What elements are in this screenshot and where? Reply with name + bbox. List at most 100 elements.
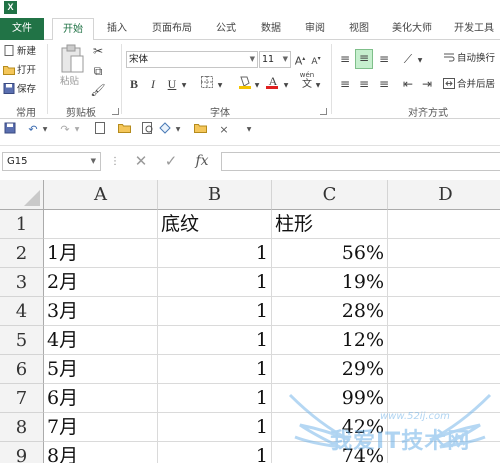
share-icon[interactable] [159,122,173,138]
new-button[interactable]: 新建 [3,44,36,60]
font-color-icon[interactable]: A [266,73,280,91]
row-header[interactable]: 5 [0,326,44,355]
grow-font-icon[interactable]: A▴ [293,51,307,69]
tab-home[interactable]: 开始 [52,18,94,41]
font-launcher-icon[interactable] [320,108,327,115]
select-all-corner[interactable] [0,180,44,210]
wrap-text-button[interactable]: 自动换行 [443,51,495,67]
tab-page-layout[interactable]: 页面布局 [142,18,202,40]
cut-scissors-icon[interactable]: ✂ [90,43,106,61]
text-orientation-icon[interactable]: ⟋ [400,51,416,69]
folder-icon[interactable] [193,122,207,138]
border-icon[interactable] [200,76,214,94]
column-header-d[interactable]: D [388,180,500,210]
align-left-icon[interactable]: ≡ [337,76,353,94]
insert-function-button[interactable]: fx [191,152,213,171]
bold-button[interactable]: B [127,76,141,94]
cell-a8[interactable]: 7月 [44,413,158,442]
chevron-down-icon[interactable]: ▼ [41,122,49,138]
enter-check-icon[interactable]: ✓ [161,152,181,171]
chevron-down-icon[interactable]: ▼ [180,78,188,96]
cell-a2[interactable]: 1月 [44,239,158,268]
new-document-icon[interactable] [93,122,107,138]
tab-formulas[interactable]: 公式 [206,18,246,40]
row-header[interactable]: 8 [0,413,44,442]
underline-button[interactable]: U [165,76,179,94]
cell-b4[interactable]: 1 [158,297,272,326]
align-center-icon[interactable]: ≡ [356,76,372,94]
save-button[interactable]: 保存 [3,82,36,98]
close-icon[interactable]: × [218,122,230,138]
chevron-down-icon[interactable]: ▼ [73,122,81,138]
formula-input[interactable] [221,152,500,171]
cell-a1[interactable] [44,210,158,239]
cell-b3[interactable]: 1 [158,268,272,297]
open-button[interactable]: 打开 [3,63,36,79]
cell-d3[interactable] [388,268,500,297]
chevron-down-icon[interactable]: ▼ [174,122,182,138]
chevron-down-icon[interactable]: ▼ [253,78,261,96]
cell-a9[interactable]: 8月 [44,442,158,463]
clipboard-launcher-icon[interactable] [112,108,119,115]
chevron-down-icon[interactable]: ▼ [282,78,290,96]
cell-b8[interactable]: 1 [158,413,272,442]
cell-d1[interactable] [388,210,500,239]
cell-b1[interactable]: 底纹 [158,210,272,239]
cell-b9[interactable]: 1 [158,442,272,463]
tab-file[interactable]: 文件 [0,18,44,40]
cell-c3[interactable]: 19% [272,268,388,297]
italic-button[interactable]: I [146,76,160,94]
undo-icon[interactable]: ↶ [26,122,40,138]
row-header[interactable]: 7 [0,384,44,413]
cell-a4[interactable]: 3月 [44,297,158,326]
cell-b5[interactable]: 1 [158,326,272,355]
cancel-icon[interactable]: ✕ [131,152,151,171]
customize-toolbar-icon[interactable]: ▼ [245,122,253,138]
tab-developer[interactable]: 开发工具 [446,18,500,40]
open-folder-icon[interactable] [117,122,131,138]
align-middle-icon[interactable]: ≡ [355,49,373,69]
cell-a3[interactable]: 2月 [44,268,158,297]
copy-icon[interactable]: ⧉ [90,63,106,81]
redo-icon[interactable]: ↷ [58,122,72,138]
phonetic-icon[interactable]: wén 文 [299,71,315,93]
chevron-down-icon[interactable]: ▼ [314,78,322,96]
cell-c6[interactable]: 29% [272,355,388,384]
cell-c1[interactable]: 柱形 [272,210,388,239]
row-header[interactable]: 3 [0,268,44,297]
decrease-indent-icon[interactable]: ⇤ [400,76,416,94]
column-header-b[interactable]: B [158,180,272,210]
row-header[interactable]: 9 [0,442,44,463]
font-name-select[interactable]: 宋体 ▼ [126,51,258,68]
align-top-icon[interactable]: ≡ [337,51,353,69]
tab-review[interactable]: 审阅 [296,18,334,40]
print-preview-icon[interactable] [141,122,155,138]
format-painter-icon[interactable]: 🖌 [90,82,106,100]
chevron-down-icon[interactable]: ▼ [216,78,224,96]
increase-indent-icon[interactable]: ⇥ [419,76,435,94]
row-header[interactable]: 6 [0,355,44,384]
cell-a5[interactable]: 4月 [44,326,158,355]
merge-center-button[interactable]: 合并后居 [443,77,495,93]
paste-icon[interactable] [57,44,87,78]
fill-color-icon[interactable] [237,74,253,92]
paste-label[interactable]: 粘贴 [60,74,79,90]
row-header[interactable]: 1 [0,210,44,239]
row-header[interactable]: 2 [0,239,44,268]
cell-a7[interactable]: 6月 [44,384,158,413]
tab-data[interactable]: 数据 [252,18,290,40]
cell-a6[interactable]: 5月 [44,355,158,384]
cell-b2[interactable]: 1 [158,239,272,268]
cell-d6[interactable] [388,355,500,384]
shrink-font-icon[interactable]: A▾ [309,51,323,69]
cell-c2[interactable]: 56% [272,239,388,268]
column-header-c[interactable]: C [272,180,388,210]
tab-insert[interactable]: 插入 [98,18,136,40]
cell-b7[interactable]: 1 [158,384,272,413]
name-box[interactable]: G15 ▼ [2,152,101,171]
cell-d2[interactable] [388,239,500,268]
row-header[interactable]: 4 [0,297,44,326]
column-header-a[interactable]: A [44,180,158,210]
font-size-select[interactable]: 11 ▼ [259,51,291,68]
cell-d4[interactable] [388,297,500,326]
